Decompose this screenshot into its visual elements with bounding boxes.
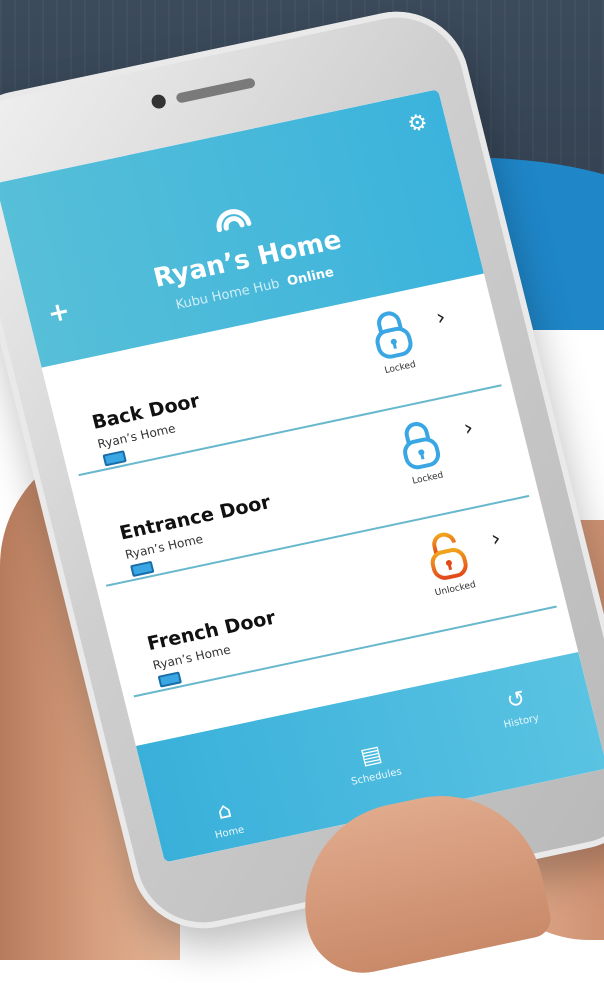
battery-icon <box>157 671 183 688</box>
chevron-right-icon[interactable]: › <box>489 526 504 552</box>
battery-icon <box>130 560 155 578</box>
padlock-locked-icon[interactable] <box>394 417 445 472</box>
wifi-hub-icon <box>216 209 252 233</box>
chevron-right-icon[interactable]: › <box>461 416 476 442</box>
tab-history[interactable]: ↺ History <box>454 676 581 740</box>
gear-icon[interactable]: ⚙ <box>403 109 432 138</box>
hub-status: Online <box>285 265 336 290</box>
tab-schedules[interactable]: ▤ Schedules <box>309 731 436 795</box>
chevron-right-icon[interactable]: › <box>434 305 449 331</box>
padlock-unlocked-icon[interactable] <box>422 528 473 583</box>
battery-icon <box>102 450 127 467</box>
tab-label: History <box>502 712 541 731</box>
padlock-locked-icon[interactable] <box>366 307 417 362</box>
tab-label: Home <box>213 824 246 842</box>
